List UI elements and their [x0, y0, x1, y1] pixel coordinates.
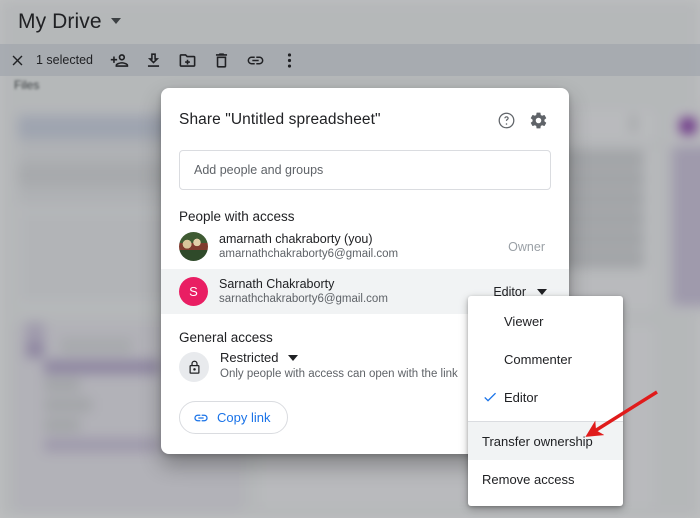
delete-button[interactable]	[205, 44, 239, 76]
files-section-label: Files	[14, 78, 40, 92]
menu-item-label: Editor	[504, 389, 538, 405]
page-title-text: My Drive	[18, 10, 102, 33]
lock-icon-wrapper	[179, 352, 209, 382]
get-link-button[interactable]	[239, 44, 273, 76]
more-actions-button[interactable]	[273, 44, 307, 76]
page-title[interactable]: My Drive	[18, 10, 121, 34]
avatar-initial: S	[189, 284, 198, 299]
person-row-owner[interactable]: amarnath chakraborty (you) amarnathchakr…	[161, 224, 569, 269]
selection-count: 1 selected	[36, 53, 93, 67]
download-icon	[148, 52, 160, 67]
share-dialog-title: Share "Untitled spreadsheet"	[179, 111, 381, 128]
folder-move-icon	[180, 53, 196, 67]
people-with-access-heading: People with access	[179, 209, 295, 224]
chevron-down-icon	[287, 354, 298, 361]
person-add-icon	[111, 53, 129, 67]
menu-item-label: Transfer ownership	[482, 433, 593, 449]
person-name: Sarnath Chakraborty	[219, 277, 335, 291]
role-dropdown-menu: Viewer Commenter Editor Transfer ownersh…	[468, 296, 623, 506]
person-email: sarnathchakraborty6@gmail.com	[219, 293, 388, 305]
lock-icon	[189, 360, 199, 374]
avatar: S	[179, 277, 208, 306]
settings-button[interactable]	[525, 107, 551, 133]
check-icon	[482, 389, 504, 405]
link-icon	[248, 56, 264, 64]
person-email: amarnathchakraborty6@gmail.com	[219, 248, 399, 260]
avatar	[179, 232, 208, 261]
copy-link-label: Copy link	[217, 410, 271, 425]
close-selection-button[interactable]	[0, 44, 34, 76]
close-icon	[12, 55, 22, 65]
screen: My Drive 1 selected Files Share "Untitle…	[0, 0, 700, 518]
general-access-value: Restricted	[220, 350, 279, 365]
menu-item-transfer-ownership[interactable]: Transfer ownership	[468, 422, 623, 460]
chevron-down-icon	[537, 288, 547, 295]
download-button[interactable]	[137, 44, 171, 76]
move-to-folder-button[interactable]	[171, 44, 205, 76]
add-people-placeholder: Add people and groups	[194, 163, 324, 177]
person-role-owner: Owner	[508, 239, 545, 254]
menu-item-label: Commenter	[504, 351, 572, 367]
menu-item-viewer[interactable]: Viewer	[468, 302, 623, 340]
general-access-description: Only people with access can open with th…	[220, 368, 458, 380]
trash-icon	[216, 52, 228, 68]
general-access-dropdown[interactable]: Restricted	[220, 350, 458, 365]
selection-toolbar: 1 selected	[0, 44, 700, 76]
link-icon	[193, 410, 209, 426]
menu-item-remove-access[interactable]: Remove access	[468, 460, 623, 498]
more-vert-icon	[288, 52, 292, 68]
share-dialog-header: Share "Untitled spreadsheet"	[161, 88, 569, 133]
gear-icon	[530, 112, 546, 128]
menu-item-editor[interactable]: Editor	[468, 378, 623, 416]
add-people-field[interactable]: Add people and groups	[179, 150, 551, 190]
help-button[interactable]	[493, 107, 519, 133]
top-bar: My Drive	[0, 0, 700, 44]
share-button[interactable]	[103, 44, 137, 76]
person-name: amarnath chakraborty (you)	[219, 232, 373, 246]
help-circle-icon	[498, 112, 514, 128]
menu-item-label: Remove access	[482, 471, 575, 487]
chevron-down-icon	[110, 18, 121, 24]
copy-link-button[interactable]: Copy link	[179, 401, 289, 434]
menu-item-commenter[interactable]: Commenter	[468, 340, 623, 378]
menu-item-label: Viewer	[504, 313, 544, 329]
